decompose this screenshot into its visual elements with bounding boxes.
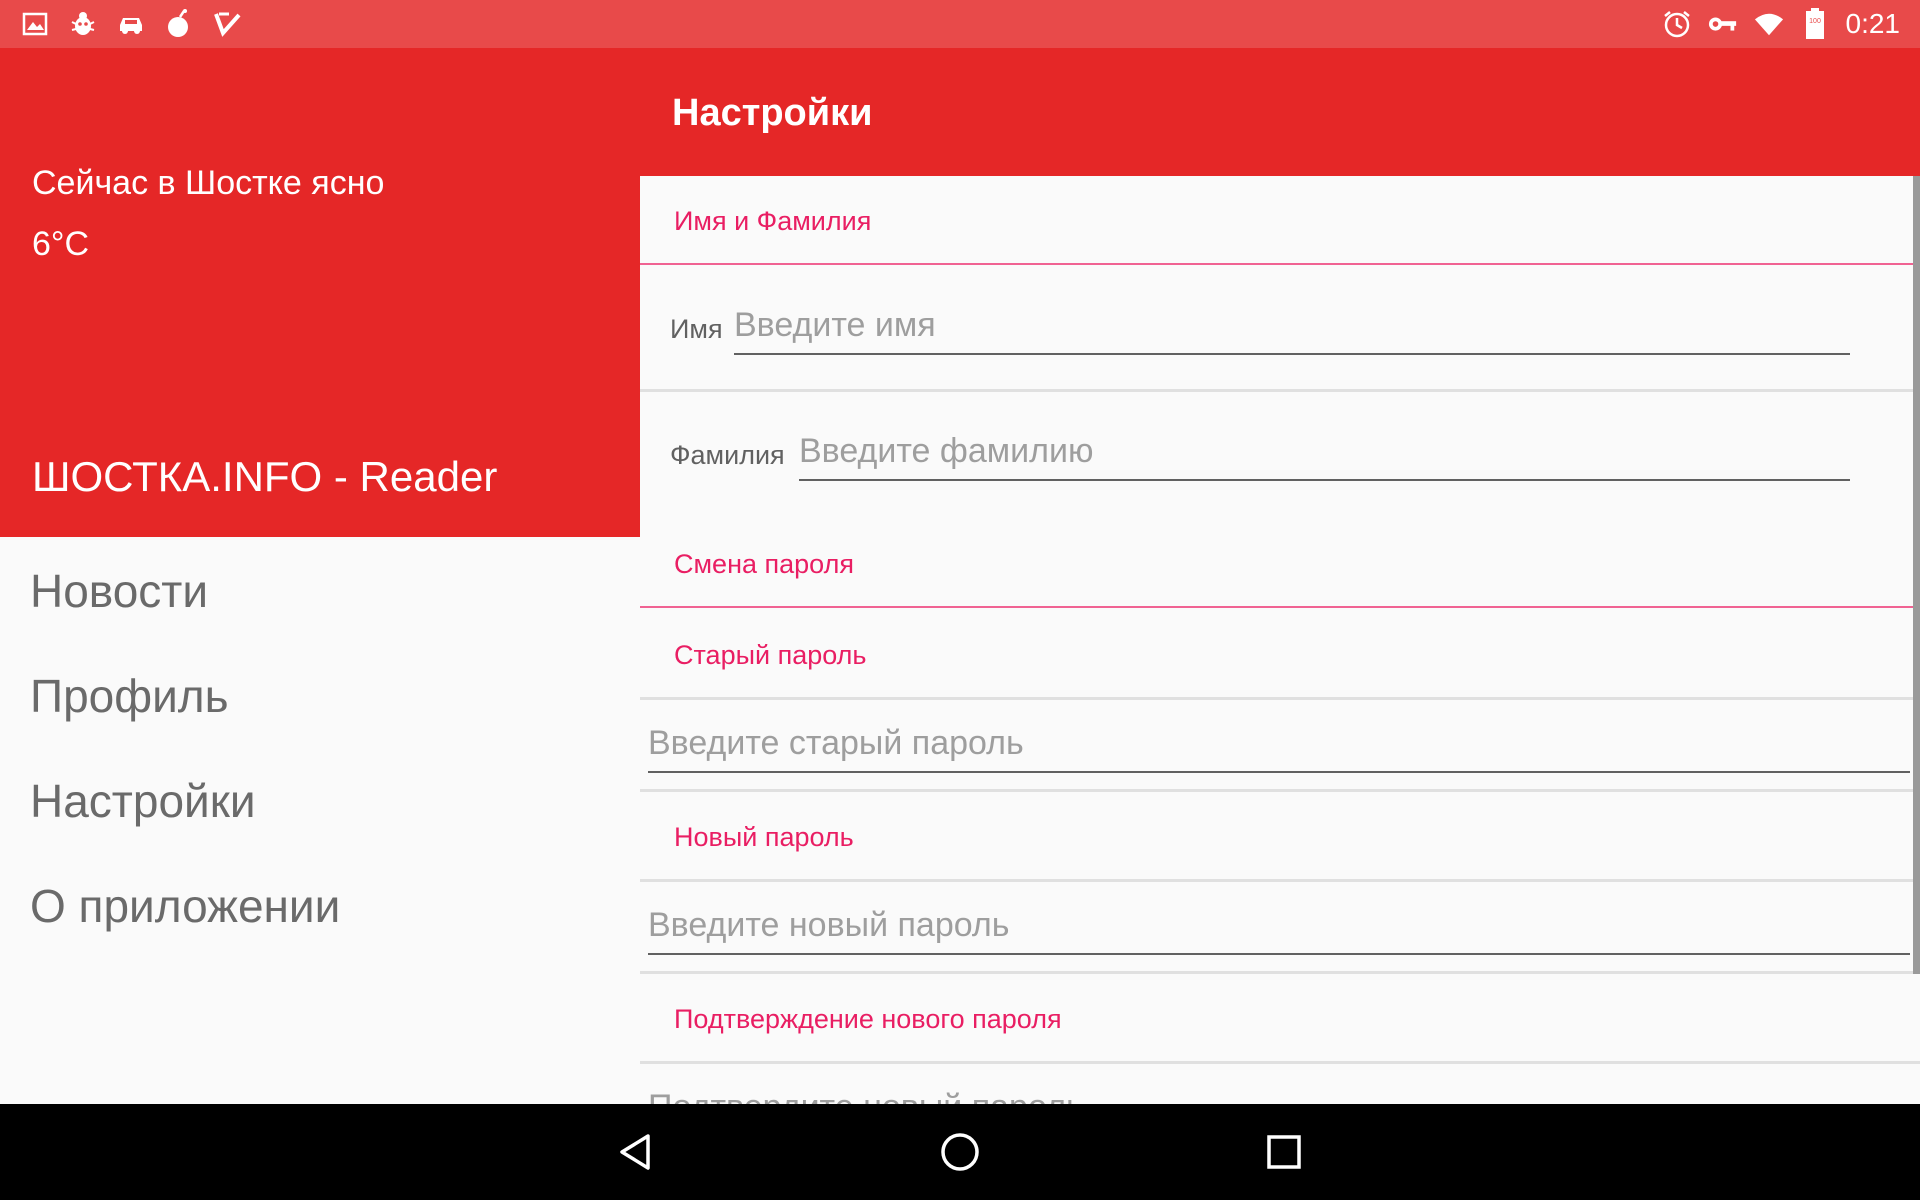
new-password-field[interactable]	[648, 906, 1910, 955]
check-icon	[212, 9, 242, 39]
divider	[640, 697, 1920, 700]
first-name-field[interactable]	[734, 306, 1850, 355]
drawer-item-profile[interactable]: Профиль	[30, 669, 229, 723]
key-icon	[1708, 9, 1738, 39]
old-password-title: Старый пароль	[674, 640, 867, 670]
settings-list[interactable]: Имя и Фамилия Имя Фамилия Смена пароля С…	[640, 176, 1920, 1104]
new-password-title: Новый пароль	[674, 822, 854, 852]
weather-temperature: 6°C	[32, 225, 90, 263]
drawer-item-news[interactable]: Новости	[30, 564, 208, 618]
alarm-icon	[1662, 9, 1692, 39]
first-name-label: Имя	[670, 314, 723, 344]
navigation-drawer: Сейчас в Шостке ясно 6°C ШОСТКА.INFO - R…	[0, 48, 640, 1104]
drawer-item-settings[interactable]: Настройки	[30, 774, 256, 828]
toolbar: Настройки	[640, 48, 1920, 176]
divider	[640, 971, 1920, 974]
recents-icon[interactable]	[1256, 1124, 1312, 1180]
divider	[640, 879, 1920, 882]
clock: 0:21	[1845, 8, 1901, 39]
divider	[640, 1061, 1920, 1064]
image-icon	[20, 9, 50, 39]
last-name-field[interactable]	[799, 432, 1850, 481]
wifi-icon	[1754, 9, 1784, 39]
old-password-field[interactable]	[648, 724, 1910, 773]
scrollbar[interactable]	[1913, 176, 1920, 974]
drawer-item-about[interactable]: О приложении	[30, 879, 340, 933]
drawer-header: Сейчас в Шостке ясно 6°C ШОСТКА.INFO - R…	[0, 48, 640, 537]
bomb-icon	[164, 9, 194, 39]
category-divider	[640, 263, 1920, 265]
weather-text: Сейчас в Шостке ясно	[32, 164, 385, 202]
category-divider	[640, 606, 1920, 608]
category-password: Смена пароля	[674, 549, 854, 579]
last-name-label: Фамилия	[670, 440, 785, 470]
bug-icon	[68, 9, 98, 39]
divider	[640, 789, 1920, 792]
back-icon[interactable]	[608, 1124, 664, 1180]
confirm-password-field[interactable]	[648, 1088, 1910, 1104]
car-icon	[116, 9, 146, 39]
home-icon[interactable]	[932, 1124, 988, 1180]
page-title: Настройки	[672, 92, 873, 134]
status-bar: 100 0:21	[0, 0, 1920, 48]
battery-icon: 100	[1800, 8, 1830, 39]
system-navigation-bar	[0, 1104, 1920, 1200]
battery-level: 100	[1809, 18, 1821, 25]
category-name: Имя и Фамилия	[674, 206, 872, 236]
confirm-password-title: Подтверждение нового пароля	[674, 1004, 1062, 1034]
app-name: ШОСТКА.INFO - Reader	[32, 453, 498, 500]
divider	[640, 389, 1920, 392]
